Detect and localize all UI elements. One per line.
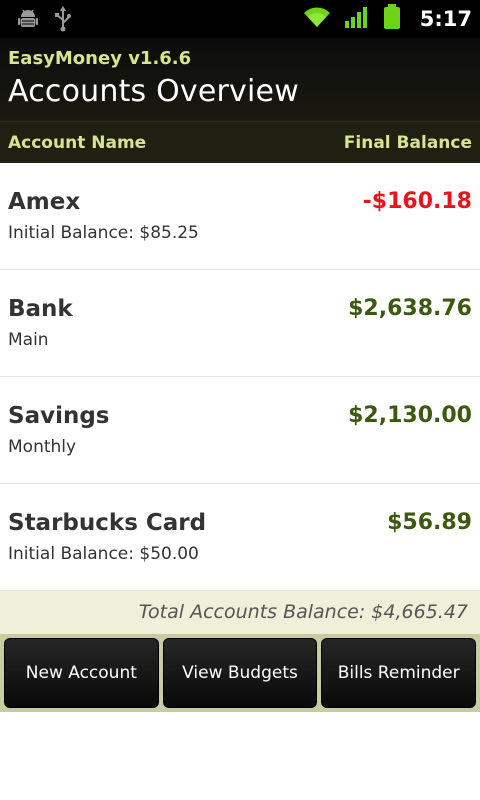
column-header: Account Name Final Balance: [0, 121, 480, 163]
account-name: Bank: [8, 296, 73, 322]
total-balance-bar: Total Accounts Balance: $4,665.47: [0, 591, 480, 634]
account-subtitle: Initial Balance: $85.25: [8, 223, 199, 243]
title-bar: EasyMoney v1.6.6 Accounts Overview: [0, 38, 480, 121]
button-bar: New Account View Budgets Bills Reminder: [0, 634, 480, 712]
account-subtitle: Main: [8, 330, 49, 350]
bills-reminder-button[interactable]: Bills Reminder: [321, 638, 477, 708]
account-row-bank[interactable]: Bank Main $2,638.76: [0, 270, 480, 377]
total-balance-text: Total Accounts Balance: $4,665.47: [138, 601, 468, 623]
account-row-starbucks-card[interactable]: Starbucks Card Initial Balance: $50.00 $…: [0, 484, 480, 591]
battery-icon: [382, 4, 402, 34]
status-clock: 5:17: [419, 7, 472, 31]
status-right-icons: 5:17: [302, 4, 472, 34]
account-subtitle: Initial Balance: $50.00: [8, 544, 199, 564]
usb-icon: [54, 6, 72, 36]
account-row-amex[interactable]: Amex Initial Balance: $85.25 -$160.18: [0, 163, 480, 270]
account-balance: -$160.18: [362, 189, 472, 214]
new-account-button[interactable]: New Account: [4, 638, 159, 708]
view-budgets-button[interactable]: View Budgets: [162, 638, 318, 708]
signal-icon: [344, 5, 370, 33]
account-list: Amex Initial Balance: $85.25 -$160.18 Ba…: [0, 163, 480, 591]
account-row-savings[interactable]: Savings Monthly $2,130.00: [0, 377, 480, 484]
account-subtitle: Monthly: [8, 437, 77, 457]
column-final-balance: Final Balance: [343, 133, 472, 153]
wifi-icon: [302, 5, 332, 33]
app-name: EasyMoney v1.6.6: [8, 48, 192, 69]
account-balance: $2,638.76: [348, 296, 472, 321]
account-balance: $56.89: [387, 510, 472, 535]
page-title: Accounts Overview: [8, 74, 299, 109]
status-bar: 5:17: [0, 0, 480, 38]
android-debug-icon: [16, 7, 40, 35]
account-name: Amex: [8, 189, 81, 215]
account-name: Starbucks Card: [8, 510, 207, 536]
status-left-icons: [16, 6, 72, 36]
account-name: Savings: [8, 403, 110, 429]
account-balance: $2,130.00: [348, 403, 472, 428]
column-account-name: Account Name: [8, 133, 147, 153]
